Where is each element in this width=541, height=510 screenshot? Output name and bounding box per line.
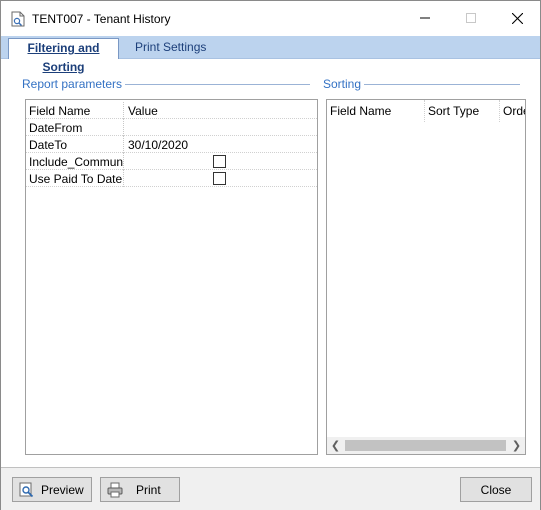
parameter-name: Use Paid To Date: [29, 172, 123, 186]
parameter-row-datefrom[interactable]: DateFrom: [26, 119, 317, 136]
parameter-name: DateFrom: [29, 121, 83, 135]
scrollbar-thumb[interactable]: [345, 440, 506, 451]
close-button-label: Close: [480, 482, 512, 497]
print-button[interactable]: Print: [100, 477, 180, 502]
maximize-button[interactable]: [448, 1, 494, 35]
preview-button[interactable]: Preview: [12, 477, 92, 502]
use-paid-to-date-checkbox[interactable]: [213, 172, 226, 185]
parameter-name: Include_Commun...: [29, 155, 123, 169]
parameter-row-include-communications[interactable]: Include_Commun...: [26, 153, 317, 170]
preview-magnifier-icon: [19, 482, 34, 498]
close-window-button[interactable]: [494, 1, 540, 35]
parameter-name: DateTo: [29, 138, 68, 152]
sorting-column-header-field-name[interactable]: Field Name: [327, 100, 425, 122]
minimize-icon: [420, 17, 430, 19]
report-parameters-grid[interactable]: Field Name Value DateFrom DateTo 30/10/2…: [25, 99, 318, 455]
sorting-grid[interactable]: Field Name Sort Type Orde ❮ ❯: [326, 99, 526, 455]
maximize-icon: [466, 13, 476, 23]
column-separator: [123, 153, 124, 170]
close-icon: [511, 12, 523, 24]
column-separator: [123, 170, 124, 187]
preview-button-label: Preview: [41, 483, 84, 497]
sorting-column-header-order[interactable]: Orde: [500, 100, 525, 122]
dateto-value-field[interactable]: 30/10/2020: [128, 138, 188, 152]
column-separator: [123, 136, 124, 153]
column-header-field-name[interactable]: Field Name: [29, 104, 123, 118]
scroll-left-arrow-icon[interactable]: ❮: [327, 437, 344, 454]
minimize-button[interactable]: [402, 1, 448, 35]
report-document-icon: [11, 11, 25, 27]
tenant-history-window: TENT007 - Tenant History Filtering and S…: [0, 0, 541, 510]
report-parameters-label: Report parameters: [22, 77, 126, 91]
sorting-column-header-sort-type[interactable]: Sort Type: [425, 100, 500, 122]
include-communications-checkbox[interactable]: [213, 155, 226, 168]
parameter-row-use-paid-to-date[interactable]: Use Paid To Date: [26, 170, 317, 187]
column-separator: [123, 102, 124, 119]
column-header-value[interactable]: Value: [128, 104, 158, 118]
close-button[interactable]: Close: [460, 477, 532, 502]
parameter-row-dateto[interactable]: DateTo 30/10/2020: [26, 136, 317, 153]
tab-print-settings[interactable]: Print Settings: [130, 38, 211, 59]
window-title: TENT007 - Tenant History: [32, 12, 171, 26]
tab-strip: Filtering and Sorting Print Settings: [1, 36, 540, 74]
parameters-header-row: Field Name Value: [26, 102, 317, 119]
printer-icon: [107, 482, 123, 498]
title-bar: TENT007 - Tenant History: [1, 1, 540, 35]
tab-filtering-and-sorting[interactable]: Filtering and Sorting: [8, 38, 119, 74]
print-button-label: Print: [136, 483, 161, 497]
horizontal-scrollbar[interactable]: ❮ ❯: [327, 437, 525, 454]
scroll-right-arrow-icon[interactable]: ❯: [508, 437, 525, 454]
dialog-footer: Preview Print Close: [1, 468, 540, 510]
column-separator: [123, 119, 124, 136]
sorting-label: Sorting: [323, 77, 365, 91]
